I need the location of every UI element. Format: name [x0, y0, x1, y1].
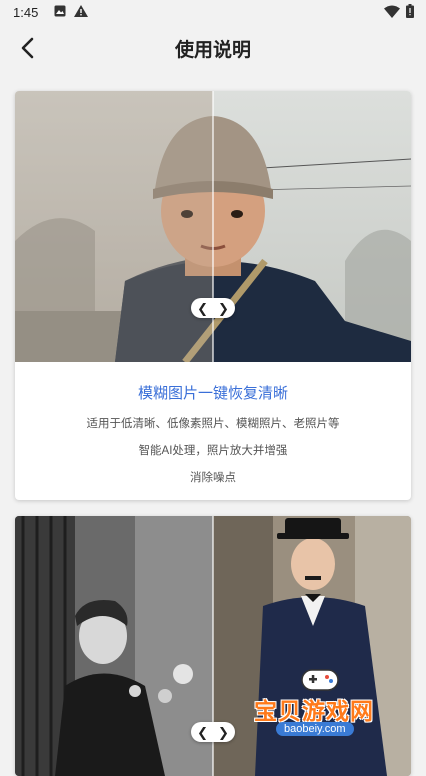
comparison-image	[15, 91, 411, 362]
status-left-icons	[54, 5, 88, 17]
page-title: 使用说明	[174, 40, 251, 61]
card-description-line: 智能AI处理，照片放大并增强	[138, 445, 288, 457]
gamepad-icon	[301, 669, 339, 691]
app-bar: 使用说明	[0, 26, 426, 66]
watermark-logo: 宝贝游戏网 baobeiy.com	[248, 664, 398, 754]
warning-icon	[74, 5, 88, 17]
feature-card-deblur: ❮ ❯ 模糊图片一键恢复清晰 适用于低清晰、低像素照片、模糊照片、老照片等 智能…	[15, 91, 411, 500]
chevron-left-icon: ❮	[197, 724, 208, 740]
before-after-photo: ❮ ❯	[15, 91, 411, 362]
battery-icon	[406, 4, 414, 18]
chevron-left-icon: ❮	[197, 300, 208, 316]
wifi-icon	[384, 5, 400, 18]
chevron-right-icon: ❯	[218, 724, 229, 740]
chevron-right-icon: ❯	[218, 300, 229, 316]
status-time: 1:45	[13, 5, 39, 20]
watermark-url: baobeiy.com	[276, 722, 354, 736]
image-notification-icon	[54, 5, 66, 17]
card-description-line: 适用于低清晰、低像素照片、模糊照片、老照片等	[86, 418, 340, 430]
compare-slider-handle[interactable]: ❮ ❯	[191, 722, 235, 742]
status-right-icons	[384, 4, 414, 18]
card-heading: 模糊图片一键恢复清晰	[137, 385, 288, 402]
watermark-title: 宝贝游戏网	[254, 698, 374, 724]
compare-slider-handle[interactable]: ❮ ❯	[191, 298, 235, 318]
card-description-line: 消除噪点	[190, 472, 236, 484]
status-bar: 1:45	[0, 0, 426, 26]
